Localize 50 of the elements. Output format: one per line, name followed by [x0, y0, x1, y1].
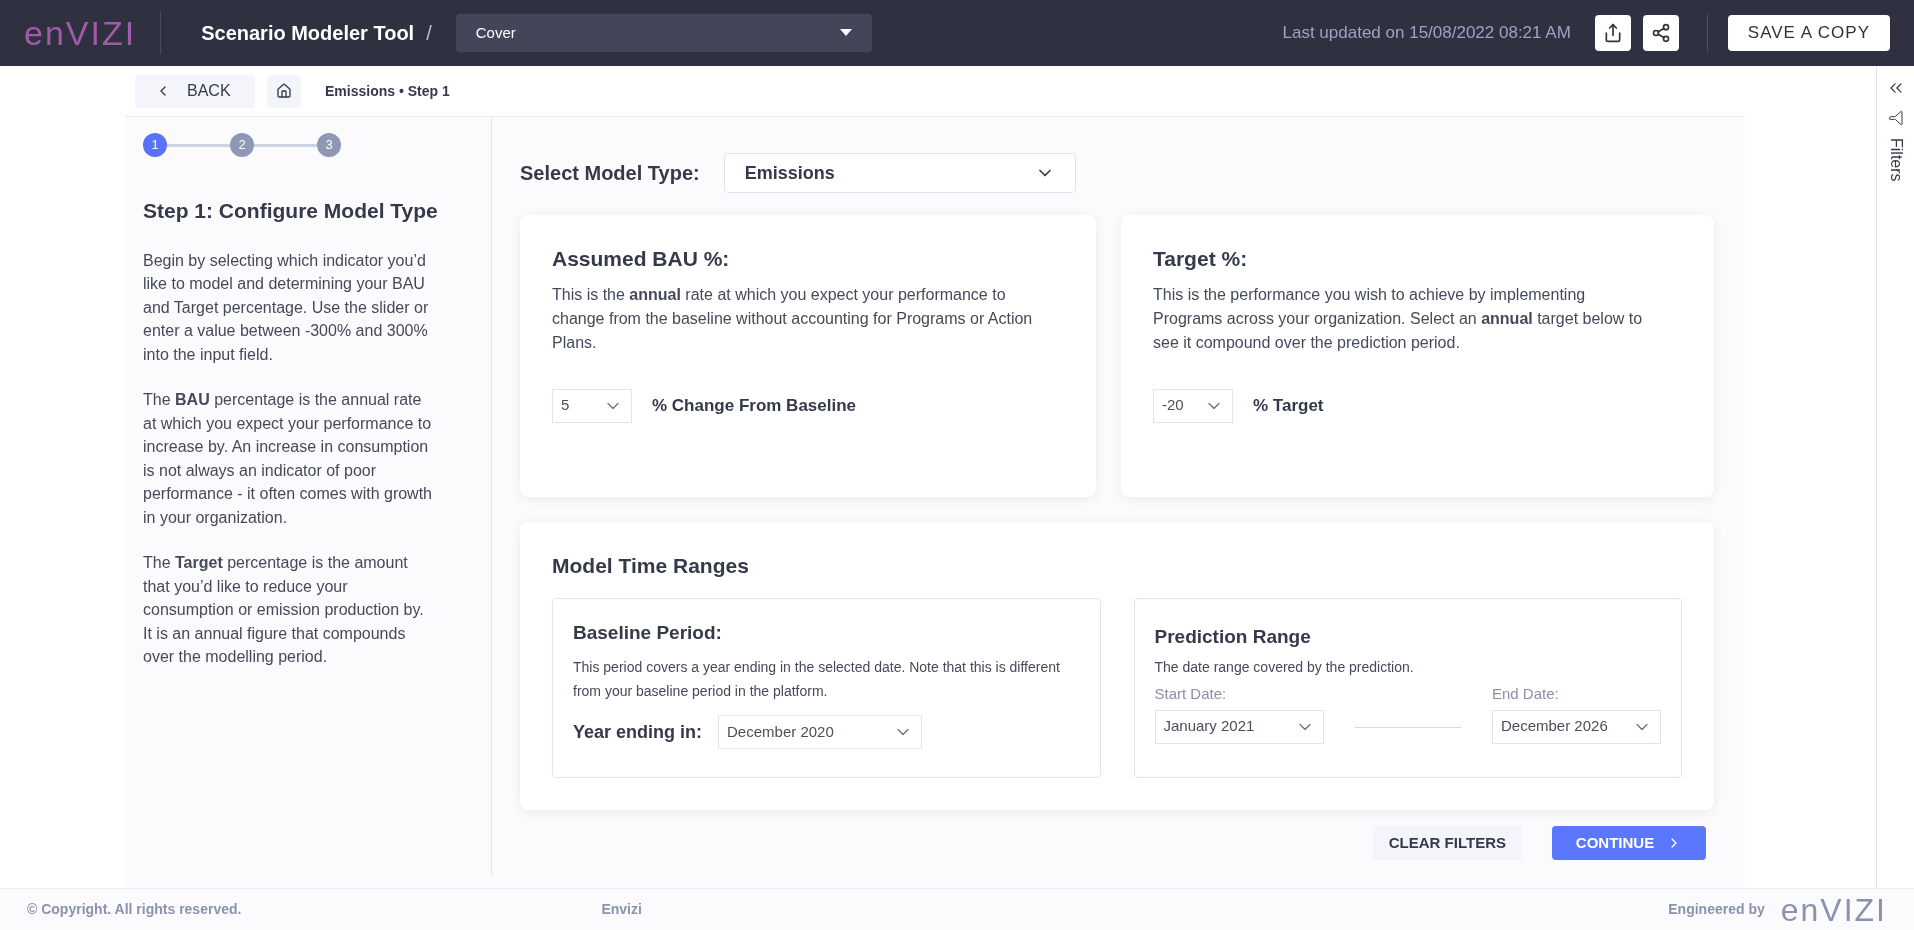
footer-brand-text: Envizi	[601, 900, 642, 919]
footer-logo: enVIZI	[1780, 890, 1887, 930]
percent-select[interactable]: -20	[1153, 388, 1233, 423]
clear-filters-button[interactable]: CLEAR FILTERS	[1372, 826, 1522, 860]
export-button[interactable]	[1594, 15, 1631, 51]
copyright-text: © Copyright. All rights reserved.	[27, 900, 242, 919]
breadcrumb: Emissions • Step 1	[325, 81, 450, 101]
card-title: Assumed BAU %:	[552, 246, 731, 272]
filter-icon	[1887, 110, 1904, 126]
card-title: Model Time Ranges	[552, 553, 750, 579]
step-indicator: 3	[317, 133, 341, 157]
year-ending-select[interactable]: December 2020	[718, 715, 923, 749]
logo: enVIZI	[24, 12, 137, 54]
model-type-label: Select Model Type:	[520, 161, 700, 186]
card-description: This is the performance you wish to achieve by implementing Programs across your organization. Select an annual target below to see it compound over the prediction period.	[1153, 284, 1643, 353]
home-icon	[276, 83, 292, 99]
percent-select[interactable]: 5	[552, 388, 632, 423]
save-copy-button[interactable]: SAVE A COPY	[1727, 15, 1890, 51]
step-indicator: 1	[143, 133, 167, 157]
percent-label: % Target	[1253, 394, 1324, 417]
page-select[interactable]: Cover	[455, 14, 872, 52]
start-date-label: Start Date:	[1154, 684, 1228, 704]
guide-paragraph: The Target percentage is the amount that you’d like to reduce your consumption or emission production by. It is an annual figure that compounds over the modelling period.	[143, 553, 425, 667]
model-type-select[interactable]: Emissions	[723, 153, 1076, 193]
step-indicator: 2	[230, 133, 254, 157]
card-title: Target %:	[1153, 246, 1249, 272]
card-description: This is the annual rate at which you expect your performance to change from the baseline without accounting for Programs or Action Plans.	[552, 284, 1034, 353]
start-date-select[interactable]: January 2021	[1154, 709, 1324, 744]
title-separator: /	[426, 21, 432, 46]
panel-title: Prediction Range	[1154, 624, 1312, 649]
filters-tab[interactable]: Filters	[1883, 138, 1908, 182]
home-button[interactable]	[267, 74, 301, 108]
panel-description: The date range covered by the prediction.	[1154, 658, 1415, 677]
panel-description: This period covers a year ending in the selected date. Note that this is different from your baseline period in the platform.	[573, 658, 1061, 701]
last-updated-text: Last updated on 15/08/2022 08:21 AM	[1282, 22, 1571, 45]
engineered-by-text: Engineered by	[1668, 900, 1765, 919]
panel-title: Baseline Period:	[573, 620, 723, 645]
guide-paragraph: The BAU percentage is the annual rate at which you expect your performance to increase by. An increase in consumption is not always an indicator of poor performance - it often comes with growth in your organization.	[143, 390, 433, 528]
end-date-label: End Date:	[1492, 684, 1560, 704]
year-ending-label: Year ending in:	[573, 720, 703, 744]
caret-down-icon	[839, 29, 852, 37]
back-button[interactable]: BACK	[135, 74, 255, 108]
continue-button[interactable]: CONTINUE	[1552, 826, 1706, 860]
guide-paragraph: Begin by selecting which indicator you’d like to model and determining your BAU and Target percentage. Use the slider or enter a value between -300% and 300% into the input field.	[143, 250, 430, 365]
end-date-select[interactable]: December 2026	[1492, 709, 1661, 744]
percent-label: % Change From Baseline	[652, 394, 857, 417]
share-button[interactable]	[1642, 15, 1679, 51]
share-icon	[1650, 23, 1671, 43]
step-title: Step 1: Configure Model Type	[143, 198, 439, 224]
app-title: Scenario Modeler Tool	[201, 21, 415, 46]
